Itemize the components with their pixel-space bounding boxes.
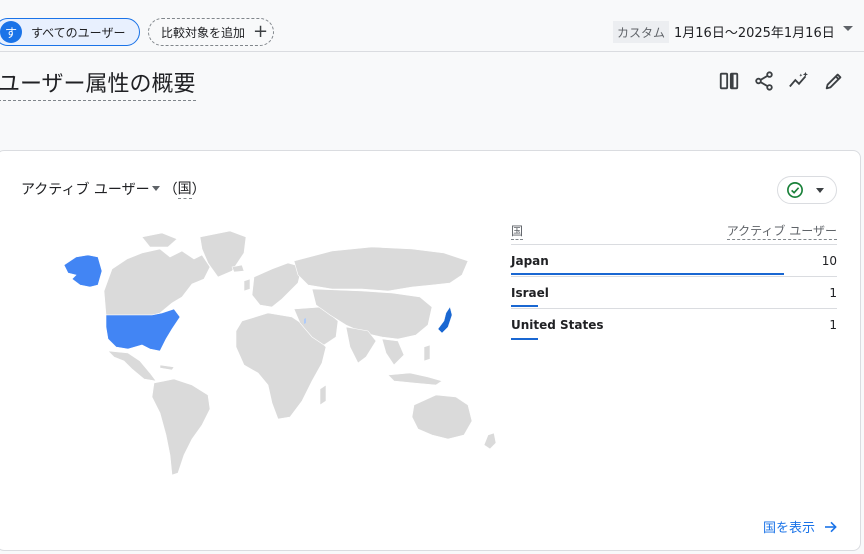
all-users-label: すべてのユーザー xyxy=(31,25,126,40)
map-caribbean xyxy=(159,364,175,371)
map-israel xyxy=(304,318,306,324)
active-users-value: 1 xyxy=(829,318,837,332)
header-actions xyxy=(716,68,856,94)
chevron-down-icon[interactable] xyxy=(843,26,853,31)
map-canada xyxy=(103,248,211,316)
country-name: Japan xyxy=(511,254,549,268)
add-comparison-button[interactable]: 比較対象を追加 + xyxy=(148,18,274,46)
share-icon[interactable] xyxy=(751,68,777,94)
table-header: 国 アクティブ ユーザー xyxy=(511,219,837,245)
map-indonesia xyxy=(387,372,443,386)
date-range-selector[interactable]: 1月16日～2025年1月16日 xyxy=(674,22,835,41)
add-comparison-label: 比較対象を追加 xyxy=(161,25,246,40)
paren-close: ） xyxy=(191,181,206,198)
all-users-chip[interactable]: す すべてのユーザー xyxy=(0,18,140,46)
table-row[interactable]: Japan 10 xyxy=(511,245,837,277)
paren-open: （ xyxy=(163,181,178,198)
active-users-value: 1 xyxy=(829,286,837,300)
insights-icon[interactable] xyxy=(786,68,812,94)
compare-columns-icon[interactable] xyxy=(716,68,742,94)
column-header-country[interactable]: 国 xyxy=(511,222,524,240)
date-mode-badge: カスタム xyxy=(613,21,670,43)
table-row[interactable]: Israel 1 xyxy=(511,277,837,309)
card-title: アクティブ ユーザー （ 国 ） xyxy=(21,178,206,199)
map-alaska xyxy=(63,254,103,288)
map-australia xyxy=(411,394,473,440)
column-header-active-users[interactable]: アクティブ ユーザー xyxy=(726,222,837,240)
edit-icon[interactable] xyxy=(821,68,847,94)
map-usa xyxy=(105,308,181,352)
demographics-card: アクティブ ユーザー （ 国 ） 国 アクティブ ユーザー Japan 10 I… xyxy=(0,150,861,551)
map-mexico xyxy=(107,350,157,382)
map-russia xyxy=(293,246,469,292)
map-europe xyxy=(251,262,303,308)
map-arctic-islands xyxy=(141,232,178,248)
world-map[interactable] xyxy=(32,229,512,479)
active-users-value: 10 xyxy=(821,254,837,268)
arrow-right-icon xyxy=(825,521,837,532)
page-title: ユーザー属性の概要 xyxy=(0,66,196,101)
share-bar xyxy=(511,273,784,275)
country-name: United States xyxy=(511,318,604,332)
map-new-zealand xyxy=(483,432,497,450)
check-circle-icon xyxy=(787,182,803,198)
map-philippines xyxy=(423,344,431,362)
map-southeast-asia xyxy=(381,338,405,366)
share-bar xyxy=(511,338,538,340)
country-name: Israel xyxy=(511,286,549,300)
country-table: 国 アクティブ ユーザー Japan 10 Israel 1 United States… xyxy=(511,219,837,341)
share-bar xyxy=(511,305,538,307)
chevron-down-icon xyxy=(816,187,824,193)
plus-icon: + xyxy=(253,21,269,42)
map-uk xyxy=(243,278,251,292)
top-filter-bar: す すべてのユーザー 比較対象を追加 + カスタム 1月16日～2025年1月1… xyxy=(0,0,864,52)
view-countries-label: 国を表示 xyxy=(763,521,816,536)
user-avatar: す xyxy=(0,21,22,43)
status-menu-button[interactable] xyxy=(777,176,837,204)
map-madagascar xyxy=(319,384,327,406)
chevron-down-icon[interactable] xyxy=(151,186,160,191)
map-japan xyxy=(437,306,453,334)
map-south-america xyxy=(151,378,211,476)
view-countries-link[interactable]: 国を表示 xyxy=(763,517,839,536)
table-row[interactable]: United States 1 xyxy=(511,309,837,341)
dimension-selector[interactable]: 国 xyxy=(177,178,192,199)
metric-selector[interactable]: アクティブ ユーザー xyxy=(21,179,150,199)
